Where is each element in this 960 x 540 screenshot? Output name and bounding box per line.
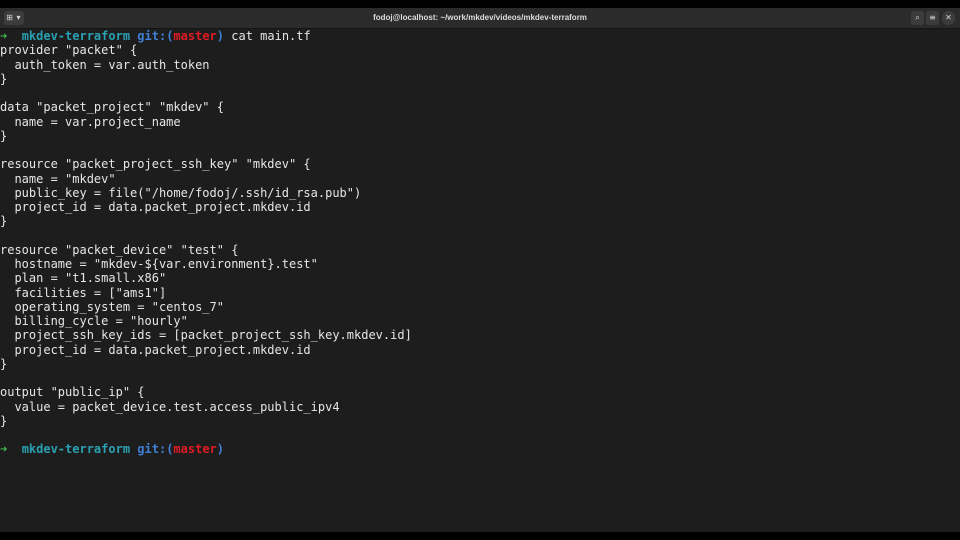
- output-line: hostname = "mkdev-${var.environment}.tes…: [0, 257, 318, 271]
- output-line: project_ssh_key_ids = [packet_project_ss…: [0, 328, 412, 343]
- output-line: auth_token = var.auth_token: [0, 57, 210, 72]
- title-bar: ⊞ ▾ fodoj@localhost: ~/work/mkdev/videos/…: [0, 8, 960, 29]
- search-button[interactable]: ⌕: [911, 11, 924, 25]
- output-line: facilities = ["ams1"]: [0, 285, 167, 300]
- close-icon: ✕: [945, 13, 952, 22]
- output-line: value = packet_device.test.access_public…: [0, 399, 340, 414]
- output-line: }: [0, 356, 8, 371]
- search-icon: ⌕: [915, 13, 920, 22]
- output-line: output "public_ip" {: [0, 385, 145, 400]
- output-line: name = var.project_name: [0, 114, 181, 129]
- terminal-window: ⊞ ▾ fodoj@localhost: ~/work/mkdev/videos/…: [0, 8, 960, 532]
- prompt-directory: mkdev-terraform: [21, 442, 131, 457]
- output-line: resource "packet_device" "test" {: [0, 242, 239, 257]
- prompt-line: ➜ mkdev-terraform git:(master) cat main.…: [0, 29, 960, 43]
- close-button[interactable]: ✕: [942, 11, 955, 25]
- prompt-git-suffix: ): [216, 442, 225, 457]
- output-line: plan = "t1.small.x86": [0, 271, 167, 286]
- command-text: cat main.tf: [231, 29, 311, 43]
- output-line: public_key = file("/home/fodoj/.ssh/id_r…: [0, 185, 362, 200]
- prompt-git-prefix: git:(: [137, 442, 174, 457]
- prompt-line-current: ➜ mkdev-terraform git:(master): [0, 442, 960, 456]
- output-line: operating_system = "centos_7": [0, 299, 224, 314]
- output-line: project_id = data.packet_project.mkdev.i…: [0, 200, 311, 214]
- prompt-arrow: ➜: [0, 29, 8, 43]
- output-line: name = "mkdev": [0, 171, 116, 186]
- output-line: }: [0, 128, 8, 143]
- prompt-directory: mkdev-terraform: [21, 29, 131, 43]
- prompt-git-prefix: git:(: [137, 29, 174, 43]
- command-output: provider "packet" { auth_token = var.aut…: [0, 43, 960, 442]
- output-line: billing_cycle = "hourly": [0, 314, 188, 328]
- window-title: fodoj@localhost: ~/work/mkdev/videos/mkd…: [373, 13, 587, 22]
- prompt-arrow: ➜: [0, 442, 8, 457]
- prompt-branch: master: [173, 442, 217, 457]
- hamburger-menu-icon: ≡: [929, 13, 936, 22]
- output-line: }: [0, 71, 8, 86]
- terminal-output[interactable]: ➜ mkdev-terraform git:(master) cat main.…: [0, 29, 960, 532]
- prompt-git-suffix: ): [216, 29, 225, 43]
- output-line: data "packet_project" "mkdev" {: [0, 100, 224, 115]
- output-line: provider "packet" {: [0, 43, 138, 58]
- output-line: }: [0, 214, 8, 229]
- output-line: resource "packet_project_ssh_key" "mkdev…: [0, 157, 311, 172]
- prompt-branch: master: [173, 29, 217, 43]
- menu-button[interactable]: ≡: [926, 11, 939, 25]
- output-line: project_id = data.packet_project.mkdev.i…: [0, 342, 311, 357]
- output-line: }: [0, 413, 8, 428]
